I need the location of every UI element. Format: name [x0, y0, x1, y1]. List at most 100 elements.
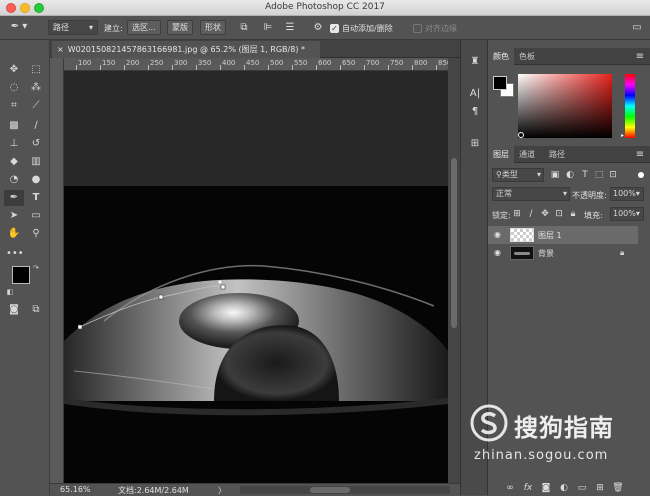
tab-channels[interactable]: 通道 [514, 146, 540, 163]
zoom-tool-icon[interactable]: ⚲ [28, 226, 44, 242]
libraries-icon[interactable]: ♜ [468, 56, 482, 68]
path-anchor-point[interactable] [158, 294, 164, 300]
default-colors-icon[interactable]: ◧ [2, 284, 18, 300]
marquee-tool-icon[interactable]: ⬚ [28, 62, 44, 78]
filter-toggle-icon[interactable] [638, 172, 644, 178]
make-mask-button[interactable]: 蒙版 [167, 20, 193, 35]
brush-tool-icon[interactable]: ∕ [28, 118, 44, 134]
document-tab[interactable]: × W020150821457863166981.jpg @ 65.2% (图层 … [52, 41, 320, 58]
new-group-icon[interactable]: ▭ [576, 482, 588, 494]
filter-shape-icon[interactable]: ⬚ [594, 169, 604, 181]
layer-name[interactable]: 图层 1 [538, 230, 562, 241]
new-layer-icon[interactable]: ⊞ [594, 482, 606, 494]
filter-adjustment-icon[interactable]: ◐ [565, 169, 575, 181]
document-canvas[interactable] [64, 71, 448, 483]
color-field[interactable] [518, 74, 612, 138]
quick-selection-tool-icon[interactable]: ⁂ [28, 80, 44, 96]
ruler-tick-mark [100, 65, 101, 70]
path-alignment-icon[interactable]: ⊫ [262, 22, 274, 34]
lock-all-icon[interactable]: 🔒︎ [568, 208, 578, 220]
gradient-tool-icon[interactable]: ▥ [28, 154, 44, 170]
panel-menu-icon[interactable]: ≡ [634, 149, 646, 161]
hue-slider-handle[interactable]: ▸ [621, 132, 624, 139]
edit-toolbar-icon[interactable]: ••• [6, 246, 24, 262]
link-layers-icon[interactable]: ∞ [504, 482, 516, 494]
pen-tool-icon[interactable]: ✒ [4, 190, 24, 206]
rectangle-tool-icon[interactable]: ▭ [28, 208, 44, 224]
delete-layer-icon[interactable]: 🗑︎ [612, 482, 624, 494]
tab-color[interactable]: 颜色 [488, 48, 514, 65]
fill-field[interactable]: 100%▾ [610, 207, 644, 221]
eyedropper-tool-icon[interactable]: ⟋ [28, 98, 44, 114]
crop-tool-icon[interactable]: ⌗ [6, 98, 22, 114]
make-shape-button[interactable]: 形状 [200, 20, 226, 35]
eraser-tool-icon[interactable]: ◆ [6, 154, 22, 170]
filter-smart-object-icon[interactable]: ⊡ [608, 169, 618, 181]
layer-style-icon[interactable]: fx [522, 482, 534, 494]
move-tool-icon[interactable]: ✥ [6, 62, 22, 78]
history-brush-tool-icon[interactable]: ↺ [28, 136, 44, 152]
character-panel-icon[interactable]: A| [468, 88, 482, 100]
close-tab-icon[interactable]: × [57, 45, 64, 54]
align-edges-checkbox[interactable] [413, 24, 422, 33]
foreground-color-chip[interactable] [493, 76, 507, 90]
zoom-level[interactable]: 65.16% [60, 485, 91, 494]
ruler-tick-mark [364, 65, 365, 70]
gear-icon[interactable]: ⚙ [312, 22, 324, 34]
path-anchor-point[interactable] [220, 284, 226, 290]
path-arrangement-icon[interactable]: ☰ [284, 22, 296, 34]
tab-paths[interactable]: 路径 [544, 146, 570, 163]
vertical-scroll-thumb[interactable] [451, 158, 457, 328]
lasso-tool-icon[interactable]: ◌ [6, 80, 22, 96]
opacity-field[interactable]: 100%▾ [610, 187, 644, 201]
hand-tool-icon[interactable]: ✋ [6, 226, 22, 242]
layer-thumbnail [510, 228, 534, 242]
ruler-tick-label: 750 [390, 59, 404, 67]
tab-swatches[interactable]: 色板 [514, 48, 540, 65]
status-menu-arrow-icon[interactable]: 〉 [218, 485, 226, 496]
type-tool-icon[interactable]: T [28, 190, 44, 206]
blend-mode-select[interactable]: 正常 ▾ [492, 187, 570, 201]
layer-filter-select[interactable]: ⚲类型 ▾ [492, 168, 544, 182]
properties-panel-icon[interactable]: ⊞ [468, 138, 482, 150]
path-operations-icon[interactable]: ⧉ [238, 22, 250, 34]
filter-pixel-icon[interactable]: ▣ [550, 169, 560, 181]
panel-menu-icon[interactable]: ≡ [634, 51, 646, 63]
lock-artboard-icon[interactable]: ⊡ [554, 208, 564, 220]
layer-row-layer-1[interactable]: ◉ 图层 1 [488, 226, 638, 244]
clone-stamp-tool-icon[interactable]: ⊥ [6, 136, 22, 152]
lock-position-icon[interactable]: ✥ [540, 208, 550, 220]
add-mask-icon[interactable]: ◙ [540, 482, 552, 494]
path-selection-tool-icon[interactable]: ➤ [6, 208, 22, 224]
adjustment-layer-icon[interactable]: ◐ [558, 482, 570, 494]
tab-layers[interactable]: 图层 [488, 146, 514, 163]
layer-name[interactable]: 背景 [538, 248, 554, 259]
eye-icon[interactable]: ◉ [494, 248, 501, 257]
layer-row-background[interactable]: ◉ 背景 🔒︎ [488, 244, 638, 262]
quick-mask-icon[interactable]: ◙ [6, 302, 22, 318]
color-picker-cursor[interactable] [518, 132, 524, 138]
tool-mode-select[interactable]: 路径 ▾ [48, 20, 98, 35]
eye-icon[interactable]: ◉ [494, 230, 501, 239]
make-selection-button[interactable]: 选区... [127, 20, 161, 35]
paragraph-panel-icon[interactable]: ¶ [468, 106, 482, 118]
workspace-switcher-icon[interactable]: ▭ [630, 22, 644, 34]
blur-tool-icon[interactable]: ◔ [6, 172, 22, 188]
pen-tool-preset-icon[interactable]: ✒ ▾ [6, 21, 32, 33]
hue-slider[interactable] [625, 74, 635, 138]
swap-colors-icon[interactable]: ↷ [28, 260, 44, 276]
path-direction-handle[interactable] [218, 280, 222, 284]
horizontal-scroll-thumb[interactable] [310, 487, 350, 493]
path-anchor-point[interactable] [77, 324, 83, 330]
healing-brush-tool-icon[interactable]: ▩ [6, 118, 22, 134]
canvas-workspace[interactable] [64, 71, 448, 483]
lock-transparent-pixels-icon[interactable]: ⊞ [512, 208, 522, 220]
vertical-scrollbar[interactable] [448, 58, 460, 483]
screen-mode-icon[interactable]: ⧉ [28, 302, 44, 318]
layer-lock-icon: 🔒︎ [620, 248, 625, 257]
dodge-tool-icon[interactable]: ● [28, 172, 44, 188]
auto-add-delete-checkbox[interactable]: ✓ [330, 24, 339, 33]
filter-type-icon[interactable]: T [580, 169, 590, 181]
horizontal-scrollbar[interactable] [240, 486, 450, 494]
lock-image-pixels-icon[interactable]: ∕ [526, 208, 536, 220]
